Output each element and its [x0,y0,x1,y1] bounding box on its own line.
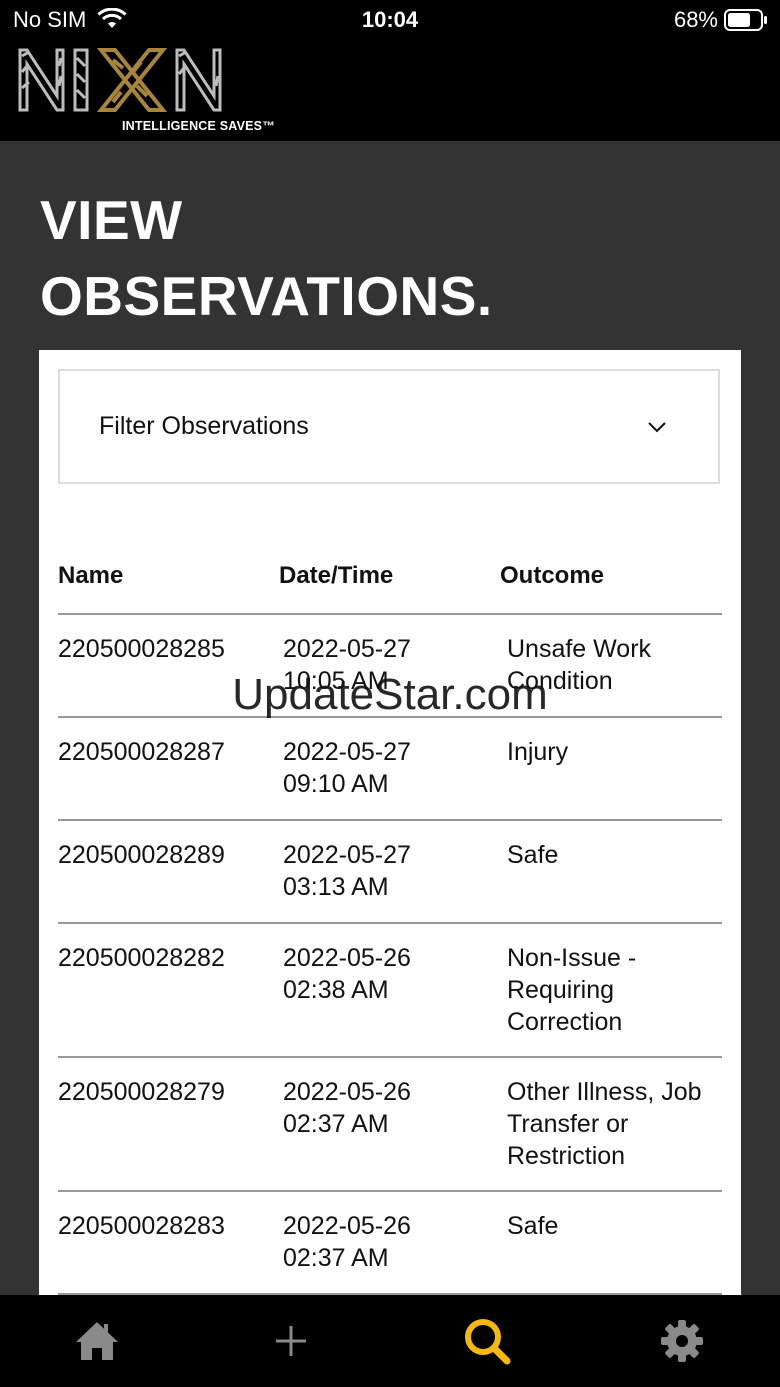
table-header: Name Date/Time Outcome [58,550,722,615]
gear-icon [661,1320,703,1362]
battery-percentage: 68% [673,7,718,32]
nixn-logo: INTELLIGENCE SAVES™ [17,46,275,136]
observation-time: 02:37 AM [283,1110,389,1138]
observation-name: 220500028279 [58,1078,225,1106]
nav-home[interactable] [47,1295,147,1387]
page-title-line-1: VIEW [40,189,183,251]
observation-name: 220500028282 [58,944,225,972]
bottom-nav [0,1295,780,1387]
observation-time: 02:37 AM [283,1244,389,1272]
observation-outcome: Safe [507,1212,559,1240]
home-icon [76,1322,118,1360]
table-row[interactable]: 220500028285 2022-05-27 10:05 AM Unsafe W… [58,615,722,718]
observation-name: 220500028285 [58,635,225,663]
observation-outcome: Injury [507,738,569,766]
app-header: No SIM 10:04 68% INTELLIGENCE SAVES™ [0,0,780,141]
table-row[interactable]: 220500028283 2022-05-26 02:37 AM Safe [58,1192,722,1295]
observation-outcome: Non-Issue - Requiring Correction [507,944,637,1036]
observation-outcome: Unsafe Work Condition [507,635,652,695]
observations-card: Filter Observations Name Date/Time Outco… [39,350,741,1295]
table-row[interactable]: 220500028279 2022-05-26 02:37 AM Other Il… [58,1058,722,1192]
observation-datetime: 2022-05-26 02:38 AM [283,942,483,1006]
filter-observations-dropdown[interactable]: Filter Observations [58,369,720,484]
observation-time: 02:38 AM [283,976,389,1004]
logo-mark [18,48,222,112]
observation-outcome: Other Illness, Job Transfer or Restricti… [507,1078,702,1170]
column-header-name: Name [58,562,124,589]
observation-outcome: Safe [507,841,559,869]
observation-date: 2022-05-26 [283,944,411,972]
plus-icon [276,1326,306,1356]
observation-name: 220500028283 [58,1212,225,1240]
observation-date: 2022-05-26 [283,1212,411,1240]
observation-date: 2022-05-27 [283,738,411,766]
nav-add[interactable] [241,1295,341,1387]
observation-name: 220500028287 [58,738,225,766]
filter-label: Filter Observations [99,412,309,440]
table-row[interactable]: 220500028289 2022-05-27 03:13 AM Safe [58,821,722,924]
column-header-outcome: Outcome [500,562,605,589]
nav-search[interactable] [437,1295,537,1387]
page-title-line-2: OBSERVATIONS. [40,265,493,327]
observation-datetime: 2022-05-27 09:10 AM [283,736,483,800]
battery-icon [724,9,767,31]
observation-datetime: 2022-05-26 02:37 AM [283,1076,483,1140]
logo-tagline: INTELLIGENCE SAVES™ [122,119,275,133]
search-icon [465,1319,511,1365]
chevron-down-icon [648,422,666,433]
observation-datetime: 2022-05-26 02:37 AM [283,1210,483,1274]
status-time: 10:04 [361,7,419,32]
observations-table: Name Date/Time Outcome 220500028285 2022… [58,550,722,1295]
observation-date: 2022-05-27 [283,635,411,663]
observation-date: 2022-05-27 [283,841,411,869]
observation-datetime: 2022-05-27 03:13 AM [283,839,483,903]
observation-time: 10:05 AM [283,667,389,695]
observation-time: 03:13 AM [283,873,389,901]
observation-time: 09:10 AM [283,770,389,798]
table-row[interactable]: 220500028287 2022-05-27 09:10 AM Injury [58,718,722,821]
page-title: VIEW OBSERVATIONS. [40,182,740,334]
observation-date: 2022-05-26 [283,1078,411,1106]
observation-datetime: 2022-05-27 10:05 AM [283,633,483,697]
observation-name: 220500028289 [58,841,225,869]
table-row[interactable]: 220500028282 2022-05-26 02:38 AM Non-Issu… [58,924,722,1058]
column-header-datetime: Date/Time [279,562,394,589]
nav-settings[interactable] [632,1295,732,1387]
